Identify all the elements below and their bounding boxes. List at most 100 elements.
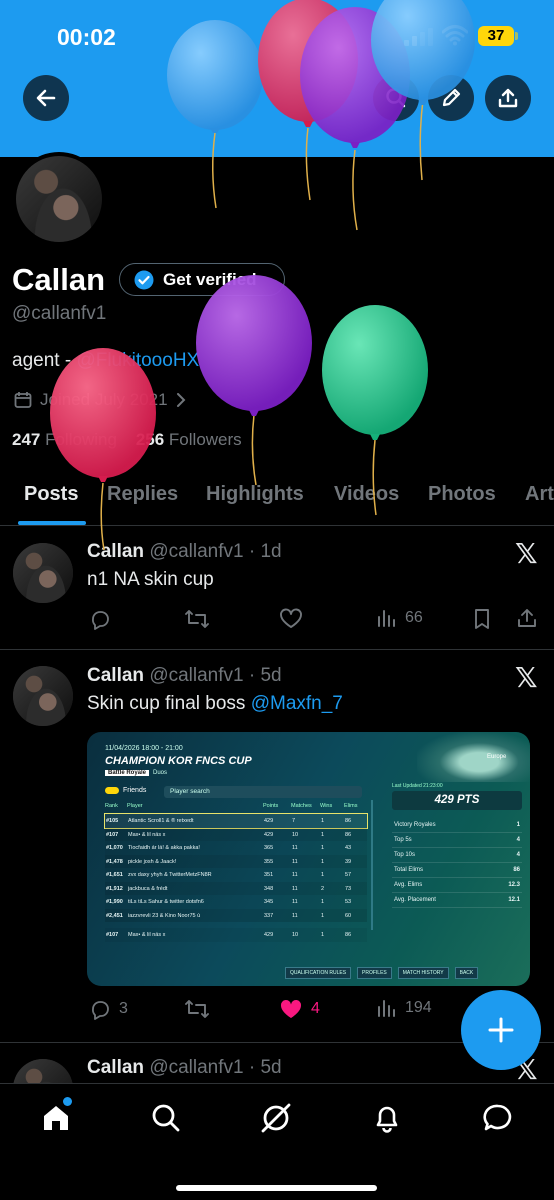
views-button[interactable]: 66	[377, 608, 423, 628]
media-table-cell: #105	[106, 818, 119, 824]
media-table-cell: 1	[321, 818, 325, 824]
repost-icon	[185, 1000, 209, 1018]
get-verified-button[interactable]: Get verified	[119, 263, 285, 296]
tab-articles[interactable]: Art	[525, 483, 554, 506]
reply-button[interactable]: 3	[89, 998, 128, 1020]
nav-search[interactable]	[150, 1102, 182, 1139]
home-indicator	[176, 1185, 377, 1191]
bookmark-button[interactable]	[472, 608, 492, 630]
notification-dot	[63, 1097, 72, 1106]
followers-label: Followers	[164, 430, 242, 449]
views-button[interactable]: 194	[377, 998, 432, 1018]
get-verified-label: Get verified	[163, 269, 257, 289]
media-region: Europe	[487, 754, 507, 760]
nav-home[interactable]	[40, 1097, 72, 1139]
media-table-row: #107 Max• & lil nás x 429 10 1 86	[105, 928, 367, 942]
x-logo-icon[interactable]: 𝕏	[515, 661, 538, 694]
post-avatar[interactable]	[13, 666, 73, 726]
like-button[interactable]: 4	[279, 998, 320, 1020]
media-table-cell: 1	[321, 845, 325, 851]
nav-grok[interactable]	[260, 1102, 292, 1139]
media-table-cell: 348	[264, 885, 274, 892]
arrow-left-icon	[36, 89, 56, 107]
x-logo-icon[interactable]: 𝕏	[515, 537, 538, 570]
tab-posts[interactable]: Posts	[24, 483, 78, 506]
media-stat-label: Victory Royales	[394, 822, 436, 828]
media-table-cell: 39	[345, 858, 352, 865]
media-btn-match-history: MATCH HISTORY	[397, 967, 449, 979]
media-table-cell: 7	[292, 818, 296, 824]
media-table-cell: 11	[292, 845, 298, 851]
post-header: Callan @callanfv1 · 5d	[87, 665, 282, 687]
media-table-cell: #107	[106, 831, 119, 838]
post-avatar[interactable]	[13, 543, 73, 603]
tab-highlights[interactable]: Highlights	[206, 483, 304, 506]
views-count: 194	[405, 999, 432, 1016]
media-table-cell: 11	[292, 885, 298, 892]
media-table-cell: 351	[264, 872, 274, 878]
media-stat-value: 1	[516, 822, 520, 828]
profile-avatar[interactable]	[12, 152, 106, 246]
following-link[interactable]: 247 Following	[12, 430, 117, 449]
repost-button[interactable]	[184, 998, 210, 1020]
edit-profile-button[interactable]	[428, 75, 474, 121]
media-table-cell: Max• & lil nás x	[128, 932, 166, 938]
media-buttons: QUALIFICATION RULES PROFILES MATCH HISTO…	[285, 967, 479, 979]
pencil-icon	[442, 88, 461, 107]
media-mode-sub: Duos	[153, 770, 168, 776]
media-table-cell: 1	[321, 899, 325, 905]
post-media-image[interactable]: 11/04/2026 18:00 - 21:00 CHAMPION KOR FN…	[87, 732, 530, 986]
post-mention-link[interactable]: @Maxfn_7	[251, 693, 343, 714]
post-share-button[interactable]	[516, 607, 538, 629]
post-meta: @callanfv1 · 5d	[149, 665, 282, 686]
like-button[interactable]	[279, 608, 303, 630]
grok-icon	[261, 1103, 291, 1133]
like-count: 4	[311, 1000, 320, 1017]
profile-handle: @callanfv1	[12, 303, 107, 324]
post-author: Callan	[87, 1057, 145, 1078]
media-stat-row: Top 5s 4	[392, 833, 522, 848]
nav-messages[interactable]	[482, 1102, 514, 1139]
post-item[interactable]: Callan @callanfv1 · 1d 𝕏 n1 NA skin cup …	[0, 527, 554, 650]
media-last-updated: Last Updated 21:23:00	[392, 783, 443, 789]
media-date: 11/04/2026 18:00 - 21:00	[105, 745, 183, 752]
views-icon	[378, 1000, 395, 1017]
media-title: CHAMPION KOR FNCS CUP	[105, 755, 252, 767]
post-header: Callan @callanfv1 · 5d	[87, 1057, 282, 1079]
bio-mention-link[interactable]: @FlukitoooHX	[76, 350, 199, 371]
post-header: Callan @callanfv1 · 1d	[87, 541, 282, 563]
media-points-total: 429 PTS	[392, 791, 522, 810]
profile-tabs: Posts Replies Highlights Videos Photos A…	[0, 472, 554, 526]
search-button[interactable]	[373, 75, 419, 121]
compose-button[interactable]	[461, 990, 541, 1070]
media-table-cell: pickle josh & Jaack!	[128, 858, 177, 865]
post-author: Callan	[87, 665, 145, 686]
back-button[interactable]	[23, 75, 69, 121]
media-table-cell: 43	[345, 845, 352, 851]
follow-stats: 247 Following 256 Followers	[12, 430, 242, 450]
repost-button[interactable]	[184, 608, 210, 630]
nav-notifications[interactable]	[371, 1102, 403, 1139]
bottom-navigation	[0, 1083, 554, 1200]
status-time: 00:02	[57, 24, 116, 50]
tab-replies[interactable]: Replies	[107, 483, 178, 506]
media-table-cell: #1,478	[106, 858, 123, 865]
tab-videos[interactable]: Videos	[334, 483, 399, 506]
media-table-cell: jackbuca & frédt	[128, 885, 168, 892]
media-table-cell: 1	[321, 872, 325, 878]
share-button[interactable]	[485, 75, 531, 121]
media-table-cell: #1,070	[106, 845, 123, 851]
followers-link[interactable]: 256 Followers	[136, 430, 242, 449]
toggle-icon	[105, 787, 119, 794]
media-table-cell: Max• & lil nás x	[128, 831, 166, 838]
reply-icon	[92, 1001, 109, 1020]
search-icon	[386, 88, 406, 108]
media-table-cell: 429	[264, 932, 274, 938]
joined-date: Joined July 2021	[14, 390, 186, 410]
media-table-cell: 337	[264, 912, 274, 919]
post-text: n1 NA skin cup	[87, 569, 214, 590]
media-column-header: Rank	[105, 803, 118, 809]
tab-photos[interactable]: Photos	[428, 483, 496, 506]
media-stat-label: Avg. Elims	[394, 882, 423, 888]
reply-button[interactable]	[89, 608, 111, 630]
